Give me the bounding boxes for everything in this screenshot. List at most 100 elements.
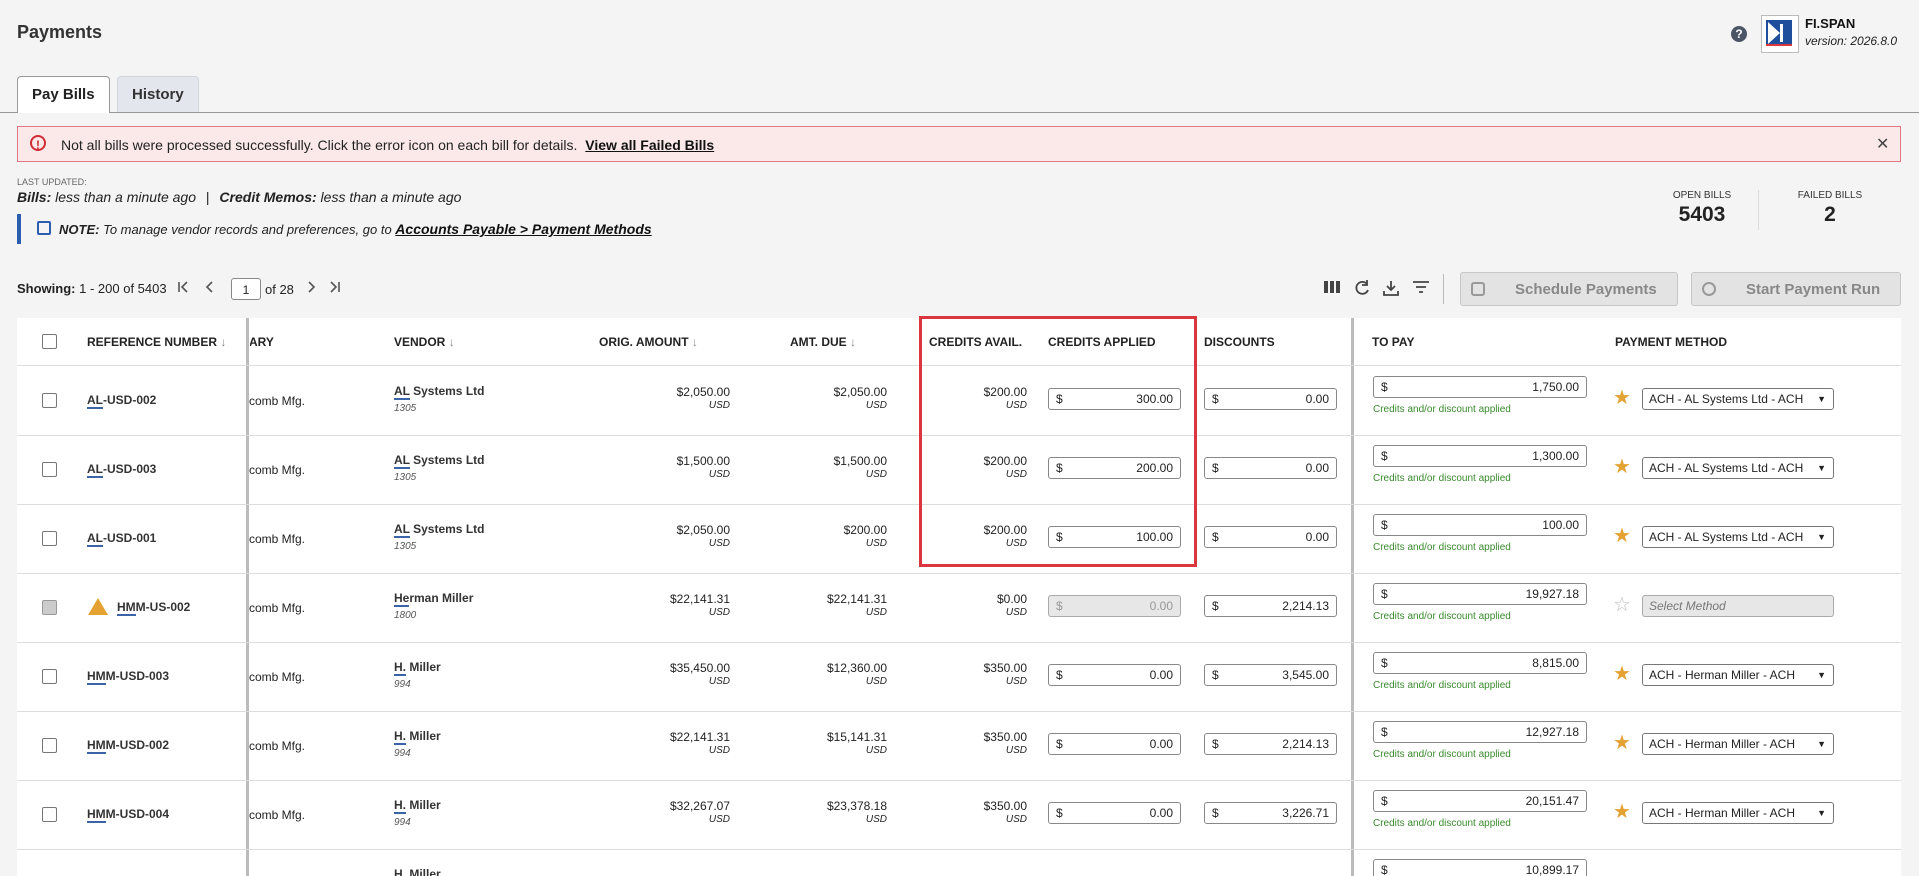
star-icon[interactable]: ★: [1613, 526, 1631, 546]
to-pay-input[interactable]: $19,927.18: [1373, 583, 1587, 605]
col-orig-amount-label: ORIG. AMOUNT: [599, 335, 689, 349]
discount-input[interactable]: $2,214.13: [1204, 595, 1337, 617]
row-checkbox[interactable]: [42, 738, 57, 753]
credits-applied-input[interactable]: $0.00: [1048, 802, 1181, 824]
tab-history[interactable]: History: [117, 76, 199, 112]
payment-method-select[interactable]: ACH - Herman Miller - ACH ▼: [1642, 802, 1834, 824]
filter-icon[interactable]: [1411, 279, 1431, 299]
discount-input[interactable]: $0.00: [1204, 457, 1337, 479]
row-divider: [17, 504, 1901, 505]
payment-method-select[interactable]: ACH - Herman Miller - ACH ▼: [1642, 664, 1834, 686]
payment-method-select[interactable]: ACH - AL Systems Ltd - ACH ▼: [1642, 388, 1834, 410]
discount-input[interactable]: $0.00: [1204, 388, 1337, 410]
orig-currency: USD: [708, 607, 730, 618]
discount-input[interactable]: $2,214.13: [1204, 733, 1337, 755]
close-icon[interactable]: ✕: [1876, 134, 1889, 154]
reference-prefix: HM: [117, 600, 136, 616]
star-icon[interactable]: ★: [1613, 388, 1631, 408]
vendor-name[interactable]: Herman Miller: [394, 591, 473, 607]
row-divider: [17, 642, 1901, 643]
credits-applied-input[interactable]: $0.00: [1048, 733, 1181, 755]
row-checkbox[interactable]: [42, 462, 57, 477]
col-discounts[interactable]: DISCOUNTS: [1204, 335, 1275, 349]
payment-method-select[interactable]: ACH - AL Systems Ltd - ACH ▼: [1642, 457, 1834, 479]
to-pay-input[interactable]: $100.00: [1373, 514, 1587, 536]
start-payment-run-button[interactable]: Start Payment Run: [1691, 272, 1901, 306]
view-failed-bills-link[interactable]: View all Failed Bills: [585, 137, 714, 153]
reference-number[interactable]: AL-USD-001: [87, 531, 156, 547]
next-page-icon[interactable]: [304, 280, 318, 297]
alert-message: Not all bills were processed successfull…: [61, 137, 714, 153]
to-pay-input[interactable]: $20,151.47: [1373, 790, 1587, 812]
due-currency: USD: [865, 745, 887, 756]
payment-methods-link[interactable]: Accounts Payable > Payment Methods: [395, 221, 651, 237]
tab-pay-bills[interactable]: Pay Bills: [17, 76, 110, 113]
col-to-pay[interactable]: TO PAY: [1372, 335, 1414, 349]
last-updated-text: Bills: less than a minute ago | Credit M…: [17, 189, 461, 205]
first-page-icon[interactable]: [176, 280, 190, 297]
vendor-name[interactable]: AL Systems Ltd: [394, 453, 484, 469]
col-credits-avail[interactable]: CREDITS AVAIL.: [929, 335, 1022, 349]
schedule-payments-button[interactable]: Schedule Payments: [1460, 272, 1678, 306]
vendor-name[interactable]: AL Systems Ltd: [394, 384, 484, 400]
discount-input[interactable]: $3,226.71: [1204, 802, 1337, 824]
payment-method-select[interactable]: Select Method: [1642, 595, 1834, 617]
row-divider: [17, 435, 1901, 436]
to-pay-input[interactable]: $10,899.17: [1373, 859, 1587, 876]
to-pay-input[interactable]: $1,300.00: [1373, 445, 1587, 467]
reference-number[interactable]: HMM-US-002: [117, 600, 190, 616]
row-checkbox[interactable]: [42, 669, 57, 684]
payment-method-select[interactable]: ACH - AL Systems Ltd - ACH ▼: [1642, 526, 1834, 548]
col-amt-due[interactable]: AMT. DUE ↓: [790, 335, 856, 349]
row-checkbox[interactable]: [42, 807, 57, 822]
refresh-icon[interactable]: [1352, 279, 1372, 299]
credits-applied-input[interactable]: $300.00: [1048, 388, 1181, 410]
last-page-icon[interactable]: [328, 280, 342, 297]
open-bills-label: OPEN BILLS: [1672, 190, 1732, 201]
col-orig-amount[interactable]: ORIG. AMOUNT ↓: [599, 335, 698, 349]
row-checkbox[interactable]: [42, 531, 57, 546]
download-icon[interactable]: [1381, 279, 1401, 299]
row-checkbox[interactable]: [42, 600, 57, 615]
help-icon[interactable]: ?: [1731, 26, 1747, 42]
star-icon[interactable]: ★: [1613, 664, 1631, 684]
col-vendor[interactable]: VENDOR ↓: [394, 335, 455, 349]
warning-icon[interactable]: [88, 598, 108, 615]
vendor-name[interactable]: H. Miller: [394, 798, 441, 814]
vendor-name[interactable]: H. Miller: [394, 867, 441, 876]
open-bills-count: 5403: [1678, 203, 1726, 226]
vendor-name[interactable]: H. Miller: [394, 660, 441, 676]
col-reference[interactable]: REFERENCE NUMBER ↓: [87, 335, 226, 349]
page-input[interactable]: 1: [231, 278, 261, 300]
credits-applied-input[interactable]: $100.00: [1048, 526, 1181, 548]
row-checkbox[interactable]: [42, 393, 57, 408]
amount-due: $15,141.31: [826, 730, 887, 744]
discount-input[interactable]: $3,545.00: [1204, 664, 1337, 686]
to-pay-input[interactable]: $12,927.18: [1373, 721, 1587, 743]
reference-number[interactable]: AL-USD-002: [87, 393, 156, 409]
select-all-checkbox[interactable]: [42, 334, 57, 349]
discount-input[interactable]: $0.00: [1204, 526, 1337, 548]
reference-number[interactable]: HMM-USD-003: [87, 669, 169, 685]
payment-method-select[interactable]: ACH - Herman Miller - ACH ▼: [1642, 733, 1834, 755]
credits-applied-input[interactable]: $0.00: [1048, 664, 1181, 686]
col-payment-method[interactable]: PAYMENT METHOD: [1615, 335, 1727, 349]
col-diary[interactable]: DIARY: [250, 335, 330, 349]
vendor-name[interactable]: AL Systems Ltd: [394, 522, 484, 538]
vendor-name[interactable]: H. Miller: [394, 729, 441, 745]
star-outline-icon[interactable]: ☆: [1613, 595, 1631, 615]
credits-applied-input[interactable]: $200.00: [1048, 457, 1181, 479]
prev-page-icon[interactable]: [203, 280, 217, 297]
credits-applied-input[interactable]: $0.00: [1048, 595, 1181, 617]
reference-number[interactable]: AL-USD-003: [87, 462, 156, 478]
star-icon[interactable]: ★: [1613, 733, 1631, 753]
to-pay-input[interactable]: $1,750.00: [1373, 376, 1587, 398]
columns-icon[interactable]: [1322, 279, 1342, 299]
star-icon[interactable]: ★: [1613, 457, 1631, 477]
to-pay-input[interactable]: $8,815.00: [1373, 652, 1587, 674]
reference-number[interactable]: HMM-USD-002: [87, 738, 169, 754]
reference-number[interactable]: HMM-USD-004: [87, 807, 169, 823]
credits-currency: USD: [1005, 538, 1027, 549]
star-icon[interactable]: ★: [1613, 802, 1631, 822]
col-credits-applied[interactable]: CREDITS APPLIED: [1048, 335, 1156, 349]
